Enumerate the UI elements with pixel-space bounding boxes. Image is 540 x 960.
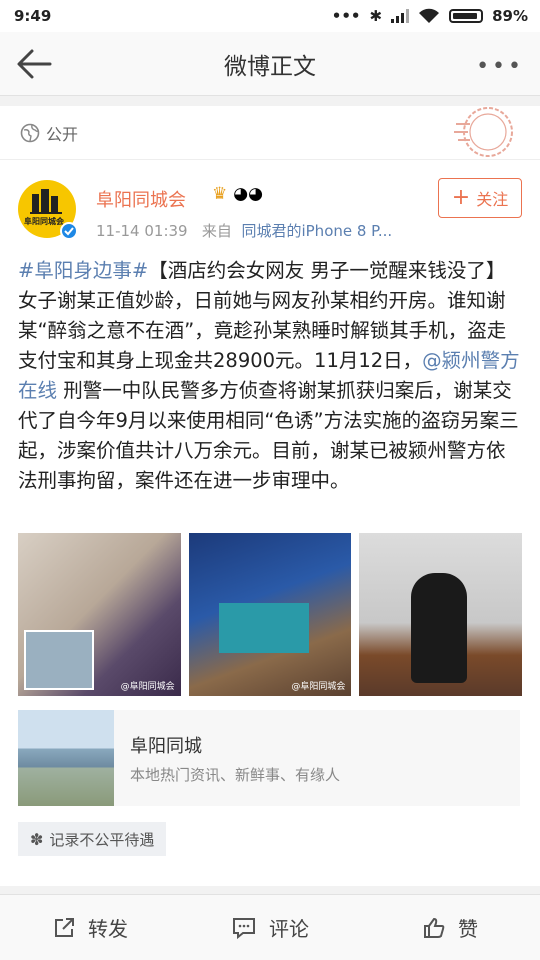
repost-icon [55, 917, 74, 937]
post-source[interactable]: 同城君的iPhone 8 P... [241, 222, 392, 240]
status-icons: ••• ✱ 89% [332, 7, 528, 25]
page-title: 微博正文 [224, 53, 316, 80]
bottom-toolbar: 转发 评论 赞 [0, 894, 540, 960]
hashtag-link[interactable]: #阜阳身边事# [18, 259, 148, 282]
photo-watermark: @阜阳同城会 [120, 682, 175, 692]
repost-button[interactable]: 转发 [0, 895, 180, 960]
photo-2[interactable]: @阜阳同城会 [188, 533, 352, 696]
status-time: 9:49 [14, 7, 52, 25]
post-meta: 11-14 01:39 来自 同城君的iPhone 8 P... [96, 220, 392, 241]
nav-bar: 微博正文 ••• [0, 32, 540, 96]
topic-tag[interactable]: ✽ 记录不公平待遇 [18, 822, 167, 856]
post-text-part-2: 刑警一中队民警多方侦查将谢某抓获归案后，谢某交代了自今年9月以来使用相同“色诱”… [18, 379, 519, 492]
back-arrow-icon[interactable] [14, 46, 54, 82]
follow-label: 关注 [476, 190, 509, 209]
share-title: 阜阳同城 [130, 736, 202, 757]
headline-stamp-icon [454, 107, 513, 157]
status-bar: 9:49 ••• ✱ 89% [0, 0, 540, 32]
battery-percent: 89% [492, 7, 528, 25]
panda-badge-icon: ◕◕ [233, 184, 263, 204]
comment-button[interactable]: 评论 [180, 895, 360, 960]
from-label: 来自 [201, 222, 232, 240]
battery-icon [449, 9, 484, 23]
follow-button[interactable]: + 关注 [438, 178, 522, 218]
photo-3-figure [411, 573, 468, 683]
photo-watermark: @阜阳同城会 [291, 682, 346, 692]
bluetooth-icon: ✱ [369, 7, 383, 25]
tag-dots-icon: ✽ [30, 829, 44, 849]
repost-label: 转发 [88, 917, 128, 941]
photo-2-desk [218, 603, 309, 653]
share-card[interactable]: 阜阳同城 本地热门资讯、新鲜事、有缘人 [18, 710, 520, 806]
like-button[interactable]: 赞 [360, 895, 540, 960]
comment-label: 评论 [269, 917, 309, 941]
share-thumbnail [18, 710, 114, 806]
like-label: 赞 [458, 917, 478, 941]
verified-badge-icon [60, 222, 78, 240]
more-dots-icon: ••• [331, 7, 361, 25]
author-badges: ♛ ◕◕ [212, 184, 263, 204]
signal-icon [391, 9, 410, 23]
comment-icon [233, 917, 255, 939]
post-text: #阜阳身边事#【酒店约会女网友 男子一觉醒来钱没了】女子谢某正值妙龄，日前她与网… [18, 256, 524, 496]
thumbs-up-icon [424, 917, 445, 938]
visibility-label: 公开 [46, 124, 79, 144]
crown-badge-icon: ♛ [212, 184, 228, 204]
globe-icon [20, 123, 40, 142]
post-time: 11-14 01:39 [96, 222, 188, 240]
avatar-label: 阜阳同城会 [24, 217, 64, 226]
photo-3[interactable] [359, 533, 523, 696]
wifi-icon [419, 8, 440, 23]
share-subtitle: 本地热门资讯、新鲜事、有缘人 [130, 766, 341, 784]
weibo-post: 阜阳同城会 阜阳同城会 ♛ ◕◕ 11-14 01:39 来自 同城君的iPho… [0, 160, 540, 886]
photo-1[interactable]: @阜阳同城会 [18, 533, 181, 696]
photo-grid: @阜阳同城会 @阜阳同城会 [18, 533, 523, 696]
author-name[interactable]: 阜阳同城会 [96, 186, 186, 212]
plus-icon: + [451, 185, 471, 210]
tag-label: 记录不公平待遇 [49, 830, 155, 849]
photo-1-inset [24, 630, 94, 690]
more-options-icon[interactable]: ••• [476, 54, 524, 79]
